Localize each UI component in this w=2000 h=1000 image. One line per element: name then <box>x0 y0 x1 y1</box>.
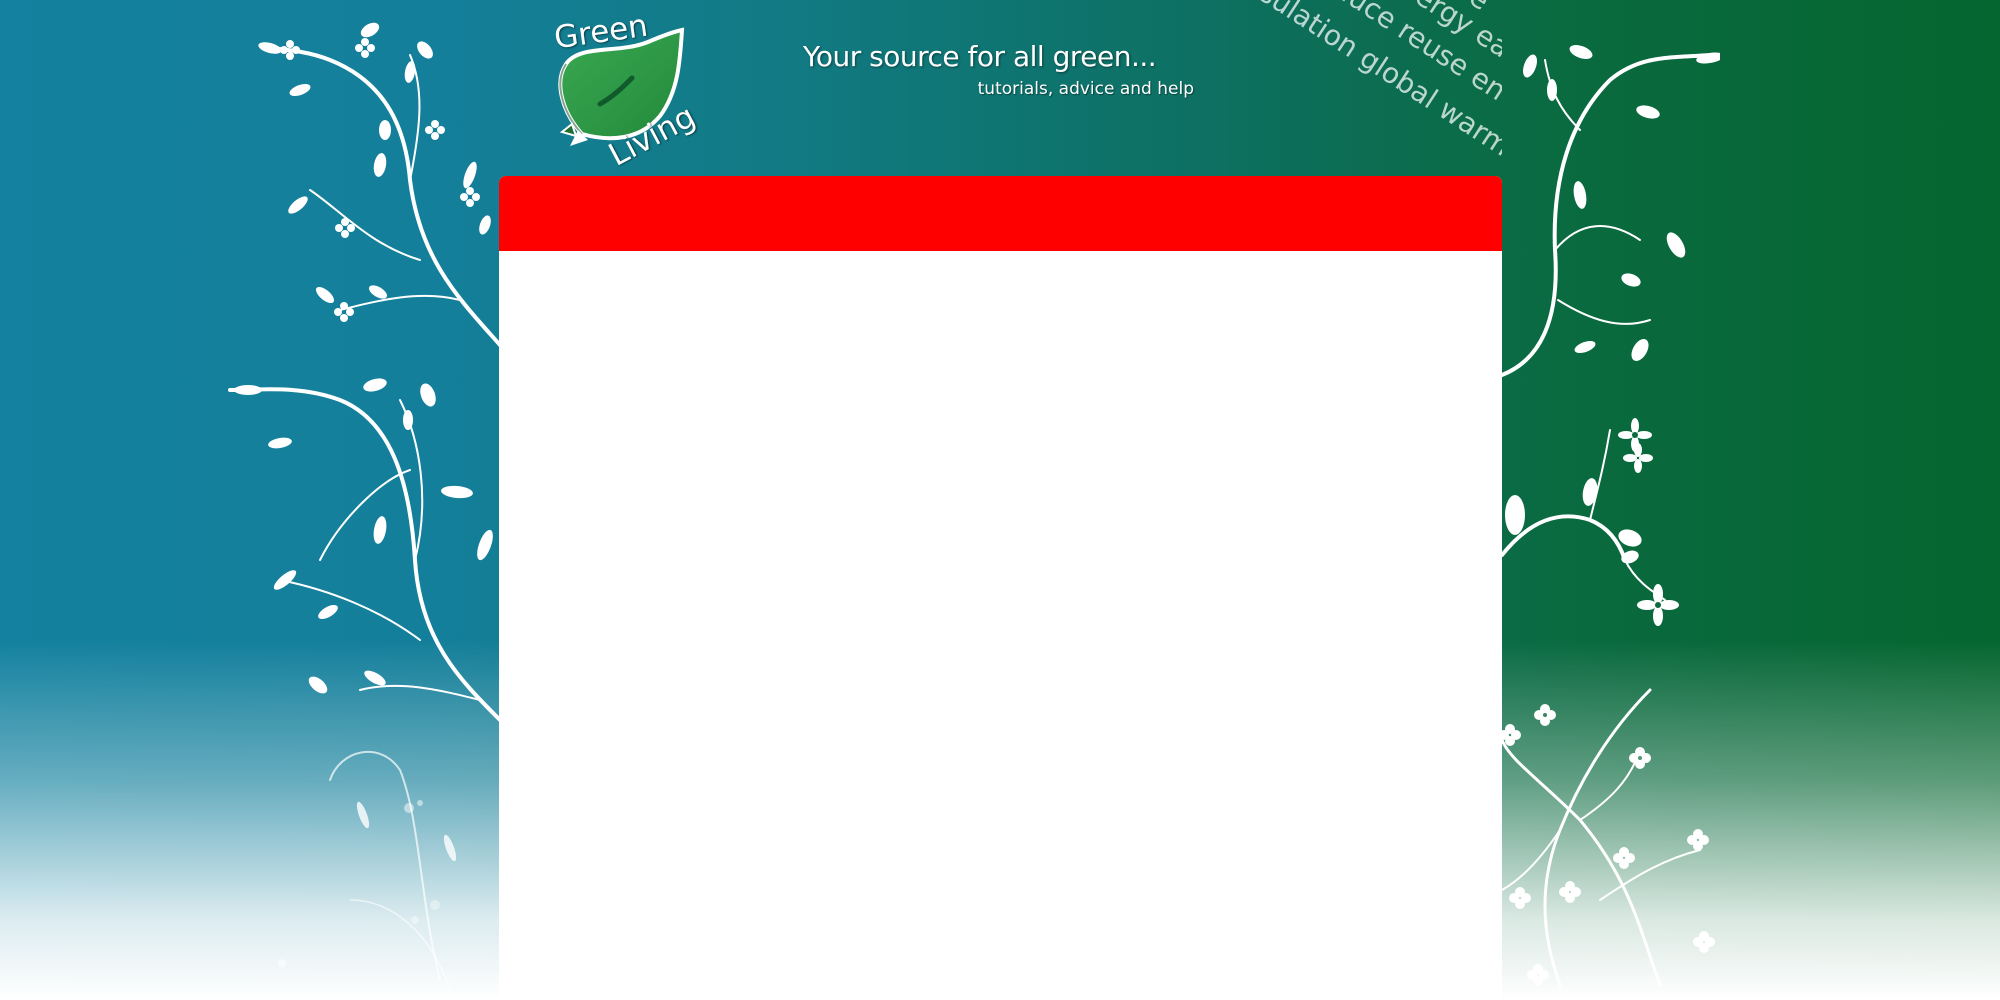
main-content-panel <box>499 176 1502 1000</box>
site-tagline: Your source for all green... <box>803 40 1157 73</box>
content-header-bar <box>499 176 1502 251</box>
green-living-logo[interactable]: Green Living <box>548 8 701 174</box>
site-subtagline: tutorials, advice and help <box>977 79 1194 99</box>
page-background: Green Living Your source for all green..… <box>0 0 2000 1000</box>
floral-vine-right-decoration <box>1500 45 1720 987</box>
keyword-cloud-decoration: life energy ea reduce reuse environment … <box>1230 0 1502 170</box>
floral-vine-left-decoration <box>228 22 502 991</box>
